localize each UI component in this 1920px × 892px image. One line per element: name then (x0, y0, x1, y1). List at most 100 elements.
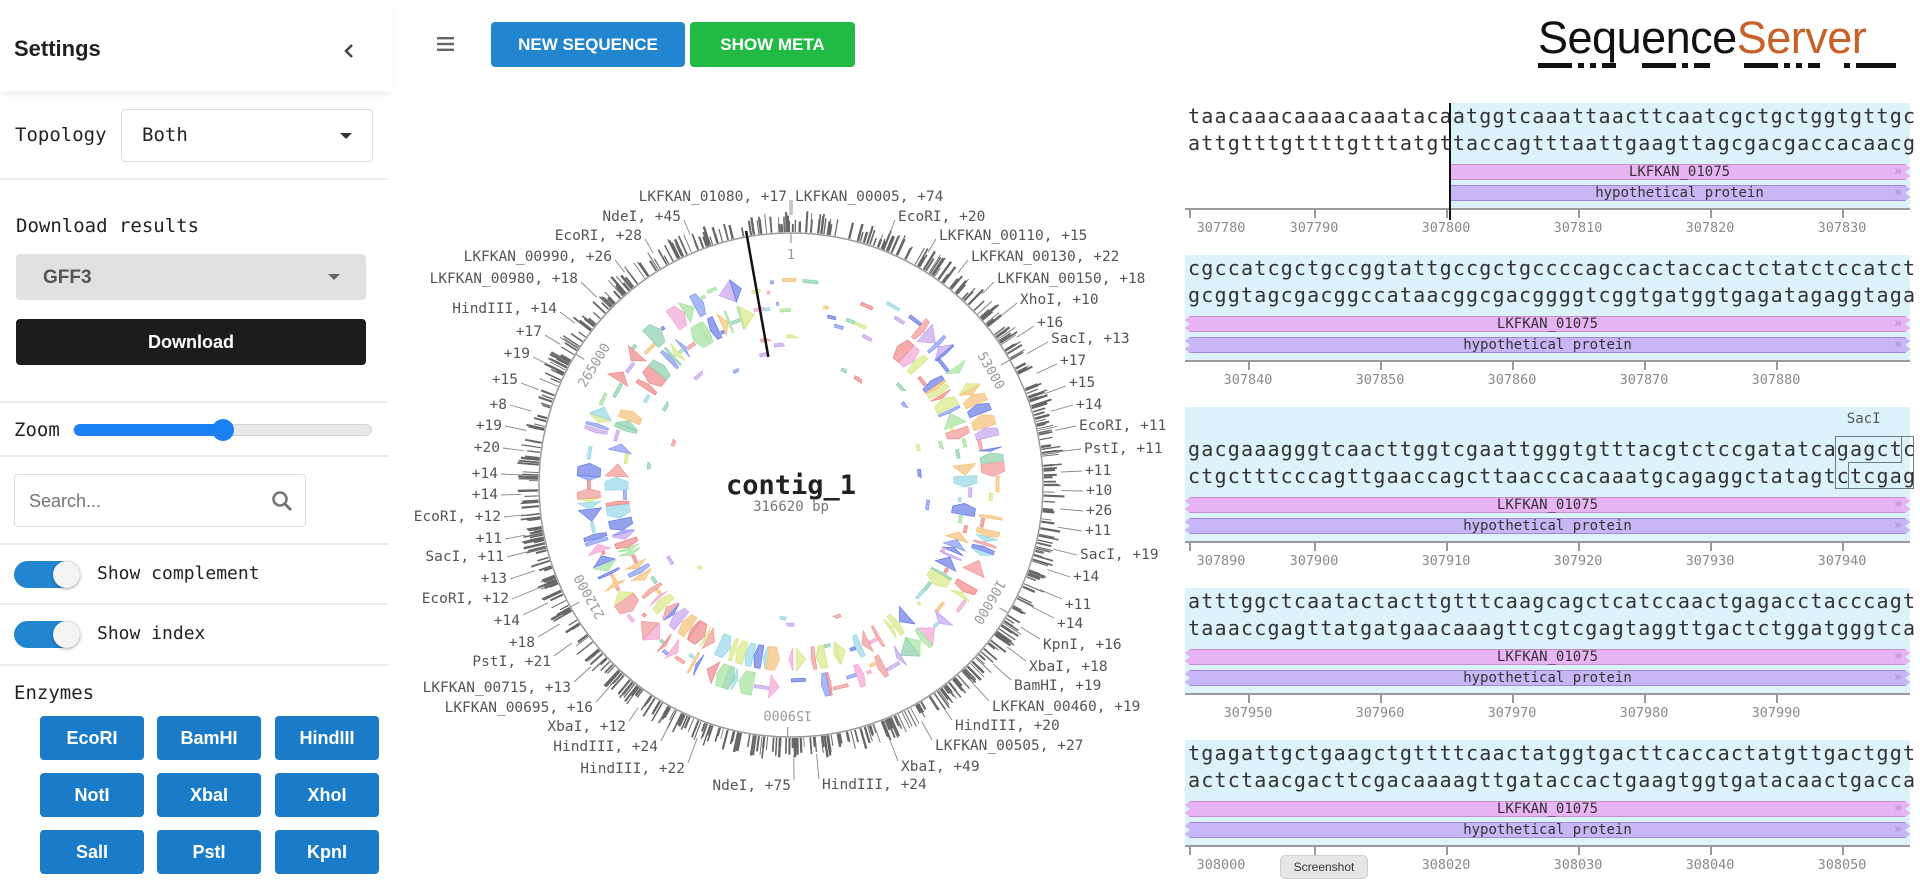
gene-feature[interactable] (606, 504, 630, 518)
annotation-label[interactable]: EcoRI, +20 (898, 209, 985, 225)
show-index-toggle[interactable] (14, 621, 80, 648)
annotation-label[interactable]: BamHI, +19 (1014, 678, 1101, 694)
gene-feature[interactable] (980, 518, 985, 527)
gene-feature[interactable] (609, 517, 633, 530)
gene-feature[interactable] (731, 319, 740, 325)
gene-feature[interactable] (605, 464, 628, 477)
gene-feature[interactable] (953, 464, 976, 476)
feature-bar-product[interactable]: hypothetical protein» (1185, 337, 1910, 353)
gene-feature[interactable] (613, 383, 623, 398)
annotation-label[interactable]: LKFKAN_00110, +15 (939, 228, 1087, 244)
gene-feature[interactable] (944, 413, 966, 429)
annotation-label[interactable]: LKFKAN_00505, +27 (935, 738, 1083, 754)
annotation-label[interactable]: +26 (1086, 503, 1112, 519)
annotation-label[interactable]: LKFKAN_00715, +13 (423, 680, 571, 696)
gene-feature[interactable] (780, 309, 790, 312)
annotation-label[interactable]: +13 (481, 571, 507, 587)
sequence-bottom-strand[interactable]: gcggtagcgacggccataacggcgacggggtcggtgatgg… (1188, 282, 1916, 308)
annotation-label[interactable]: +11 (1085, 523, 1111, 539)
gene-feature[interactable] (679, 349, 683, 353)
gene-feature[interactable] (599, 393, 607, 405)
annotation-label[interactable]: +20 (474, 440, 500, 456)
gene-feature[interactable] (647, 462, 651, 469)
gene-feature[interactable] (624, 453, 629, 464)
gene-feature[interactable] (605, 477, 628, 490)
gene-feature[interactable] (651, 576, 658, 584)
annotation-label[interactable]: XbaI, +18 (1029, 659, 1108, 675)
gene-feature[interactable] (780, 617, 786, 620)
gene-feature[interactable] (776, 302, 778, 305)
gene-feature[interactable] (936, 602, 945, 612)
annotation-label[interactable]: SacI, +13 (1051, 331, 1130, 347)
gene-feature[interactable] (869, 638, 877, 644)
gene-feature[interactable] (860, 302, 873, 310)
gene-feature[interactable] (886, 302, 899, 311)
gene-feature[interactable] (577, 489, 600, 499)
gene-feature[interactable] (823, 306, 828, 310)
enzyme-button-xhoi[interactable]: XhoI (275, 773, 379, 817)
annotation-label[interactable]: +17 (1060, 353, 1086, 369)
gene-feature[interactable] (833, 684, 849, 691)
feature-bar-name[interactable]: LKFKAN_01075» (1449, 164, 1910, 180)
enzyme-button-psti[interactable]: PstI (157, 830, 261, 874)
feature-bar-name[interactable]: LKFKAN_01075» (1185, 316, 1910, 332)
gene-feature[interactable] (901, 402, 908, 408)
annotation-label[interactable]: +14 (1073, 569, 1099, 585)
gene-feature[interactable] (854, 376, 862, 384)
gene-feature[interactable] (627, 614, 635, 622)
annotation-label[interactable]: +19 (504, 346, 530, 362)
gene-feature[interactable] (765, 307, 771, 311)
gene-feature[interactable] (610, 573, 617, 582)
gene-feature[interactable] (933, 622, 939, 628)
sequence-block[interactable]: atttggctcaatactacttgtttcaagcagctcatccaac… (1185, 588, 1910, 740)
gene-feature[interactable] (632, 555, 638, 564)
circular-map[interactable]: 153000106000159000212000265000 LKFKAN_01… (400, 80, 1180, 891)
annotation-label[interactable]: +14 (472, 466, 498, 482)
gene-feature[interactable] (671, 439, 676, 446)
gene-feature[interactable] (629, 346, 646, 361)
gene-feature[interactable] (939, 441, 944, 449)
gene-feature[interactable] (958, 498, 961, 502)
gene-feature[interactable] (975, 428, 999, 440)
gene-feature[interactable] (662, 402, 668, 412)
hamburger-icon[interactable] (437, 37, 454, 51)
gene-feature[interactable] (701, 295, 706, 299)
annotation-label[interactable]: +11 (476, 531, 502, 547)
sequence-top-strand[interactable]: tgagattgctgaagctgttttcaactatggtgacttcacc… (1188, 740, 1916, 766)
sequence-viewer[interactable]: taacaaacaaaacaaatacaatggtcaaattaacttcaat… (1185, 103, 1910, 892)
annotation-label[interactable]: KpnI, +16 (1043, 637, 1122, 653)
feature-bar-name[interactable]: LKFKAN_01075» (1185, 497, 1910, 513)
feature-bar-name[interactable]: LKFKAN_01075» (1185, 801, 1910, 817)
gene-feature[interactable] (787, 335, 799, 338)
gene-feature[interactable] (894, 316, 905, 324)
gene-feature[interactable] (916, 589, 925, 599)
gene-feature[interactable] (587, 446, 592, 459)
gene-feature[interactable] (733, 368, 738, 373)
download-format-select[interactable]: GFF3 (16, 254, 366, 300)
enzyme-button-noti[interactable]: NotI (40, 773, 144, 817)
gene-feature[interactable] (917, 602, 921, 606)
gene-feature[interactable] (946, 360, 965, 373)
annotation-label[interactable]: LKFKAN_00460, +19 (992, 699, 1140, 715)
annotation-label[interactable]: +16 (1037, 315, 1063, 331)
gene-feature[interactable] (770, 281, 773, 284)
feature-bar-product[interactable]: hypothetical protein» (1185, 518, 1910, 534)
sequence-bottom-strand[interactable]: taaaccgagttatgatgaacaaagttcgtcgagtaggttg… (1188, 615, 1916, 641)
feature-bar-name[interactable]: LKFKAN_01075» (1185, 649, 1910, 665)
gene-feature[interactable] (918, 376, 927, 386)
gene-feature[interactable] (667, 556, 674, 565)
annotation-label[interactable]: LKFKAN_00980, +18 (430, 271, 578, 287)
annotation-label[interactable]: LKFKAN_00005, +74 (795, 189, 944, 205)
sequence-block[interactable]: SacIgacgaaagggtcaacttggtcgaattgggtgtttac… (1185, 407, 1910, 588)
annotation-label[interactable]: LKFKAN_00990, +26 (464, 249, 612, 265)
gene-feature[interactable] (602, 551, 606, 555)
annotation-label[interactable]: HindIII, +22 (580, 761, 685, 777)
gene-feature[interactable] (850, 647, 856, 652)
gene-feature[interactable] (626, 362, 635, 373)
gene-feature[interactable] (981, 462, 1005, 476)
gene-feature[interactable] (870, 662, 876, 667)
annotation-label[interactable]: EcoRI, +12 (422, 591, 509, 607)
gene-feature[interactable] (900, 607, 915, 624)
annotation-label[interactable]: +17 (516, 324, 542, 340)
enzyme-button-kpni[interactable]: KpnI (275, 830, 379, 874)
